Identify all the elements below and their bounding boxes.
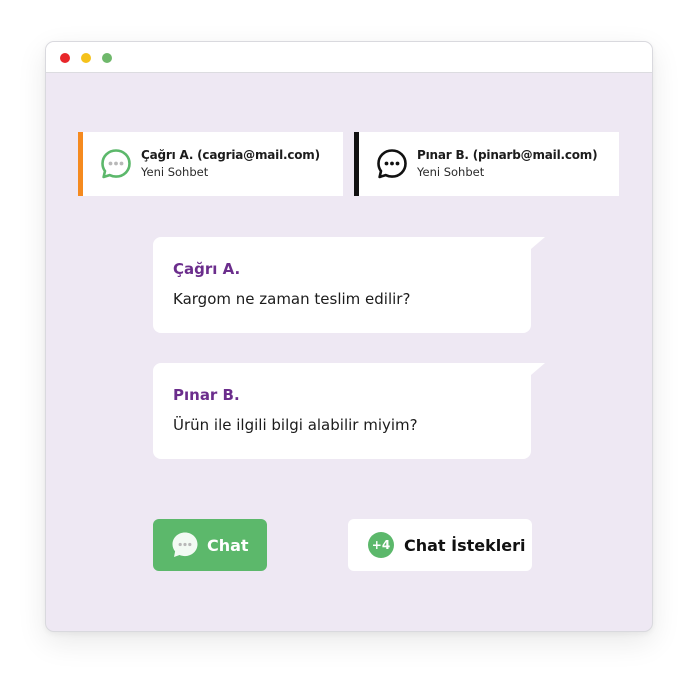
conversation-status: Yeni Sohbet — [141, 165, 209, 179]
window-titlebar — [46, 42, 652, 73]
chat-requests-label: Chat İstekleri — [404, 535, 526, 555]
conversation-name: Pınar B. (pinarb@mail.com) — [417, 148, 598, 162]
requests-count-badge: +4 — [368, 532, 394, 558]
close-window-button[interactable] — [60, 53, 70, 63]
conversation-status: Yeni Sohbet — [417, 165, 485, 179]
minimize-window-button[interactable] — [81, 53, 91, 63]
message-sender: Pınar B. — [173, 386, 240, 404]
conversation-name: Çağrı A. (cagria@mail.com) — [141, 148, 320, 162]
message-text: Kargom ne zaman teslim edilir? — [173, 290, 411, 308]
message-text: Ürün ile ilgili bilgi alabilir miyim? — [173, 416, 418, 434]
chat-requests-button[interactable]: +4 Chat İstekleri — [348, 519, 532, 571]
message-bubble: Pınar B. Ürün ile ilgili bilgi alabilir … — [153, 363, 545, 459]
chat-button[interactable]: Chat — [153, 519, 267, 571]
chat-bubble-icon — [377, 149, 407, 179]
conversation-card-cagri[interactable]: Çağrı A. (cagria@mail.com) Yeni Sohbet — [78, 132, 343, 196]
message-sender: Çağrı A. — [173, 260, 241, 278]
chat-bubble-icon — [101, 149, 131, 179]
app-window: Çağrı A. (cagria@mail.com) Yeni Sohbet P… — [45, 41, 653, 632]
conversation-card-pinar[interactable]: Pınar B. (pinarb@mail.com) Yeni Sohbet — [354, 132, 619, 196]
maximize-window-button[interactable] — [102, 53, 112, 63]
message-bubble: Çağrı A. Kargom ne zaman teslim edilir? — [153, 237, 545, 333]
chat-button-label: Chat — [207, 535, 249, 555]
chat-bubble-icon — [172, 532, 198, 557]
